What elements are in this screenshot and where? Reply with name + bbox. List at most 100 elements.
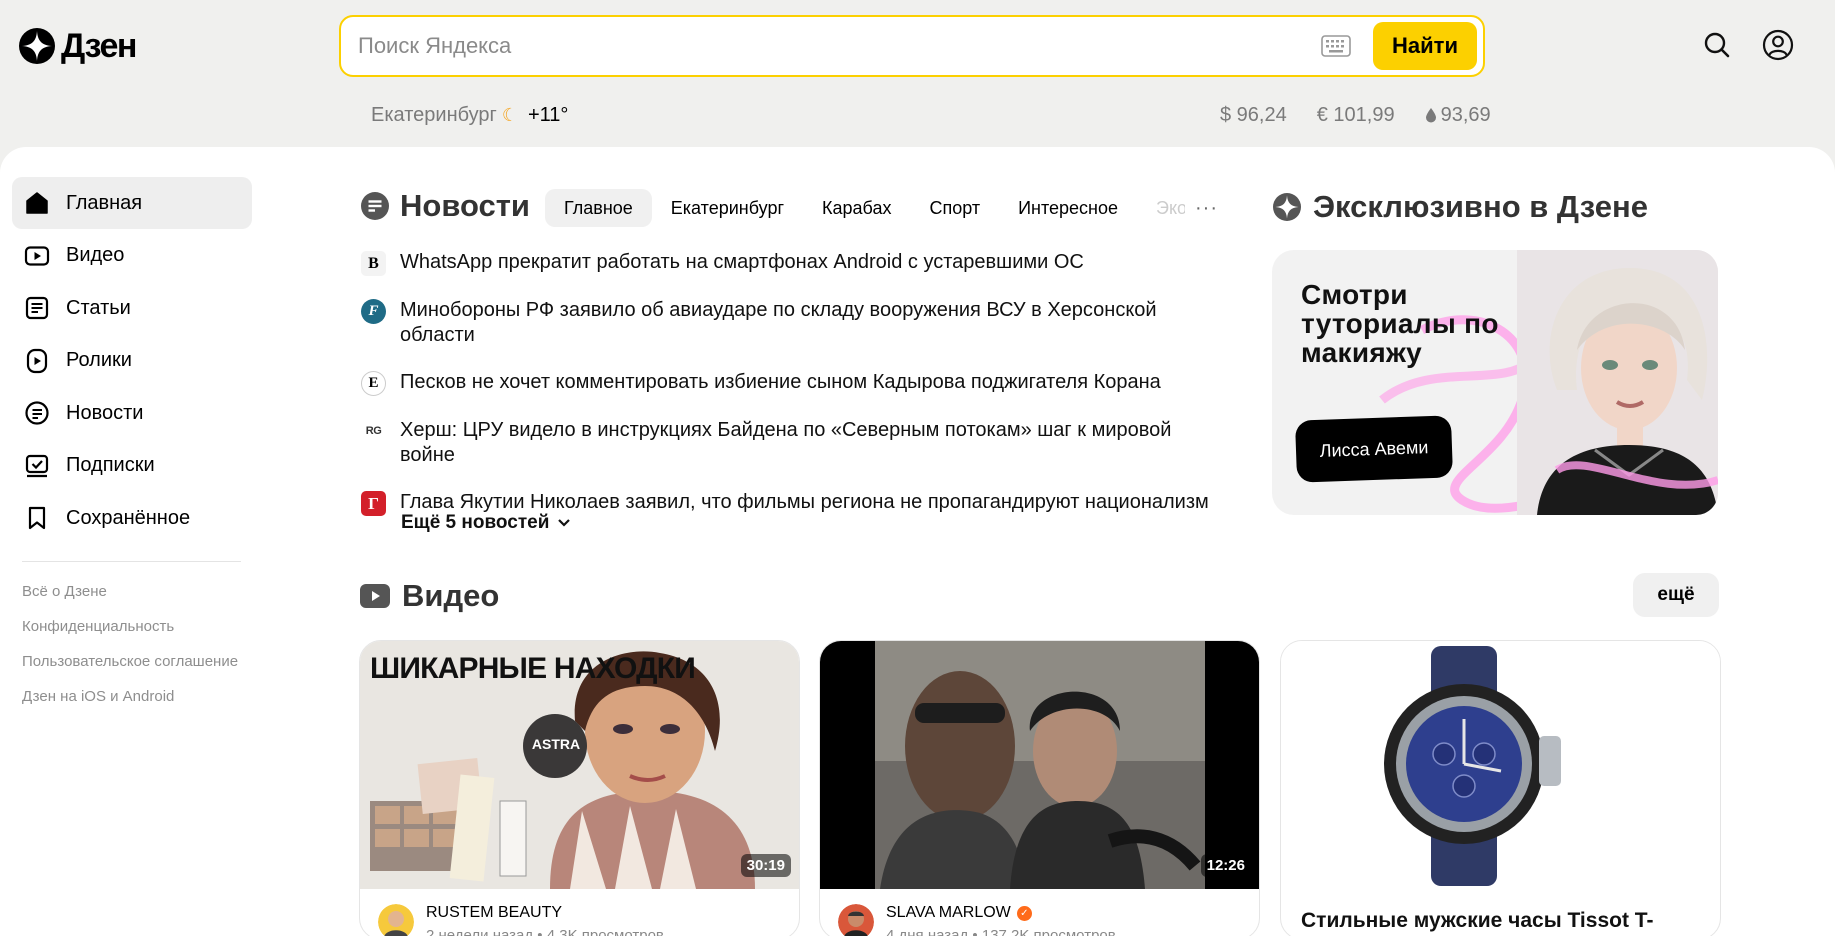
logo-text: Дзен <box>61 27 137 65</box>
exclusive-headline: Смотри туториалы по макияжу <box>1301 279 1499 368</box>
bookmark-icon <box>28 506 46 530</box>
news-header: Новости <box>360 188 530 224</box>
sidebar-item-label: Главная <box>66 191 143 214</box>
search-icon[interactable] <box>1702 30 1732 60</box>
source-vedomosti-icon: B <box>361 251 386 276</box>
search-button[interactable]: Найти <box>1373 22 1477 70</box>
more-news-button[interactable]: Ещё 5 новостей <box>401 512 571 534</box>
astra-badge: ASTRA <box>531 736 581 752</box>
video-more-button[interactable]: ещё <box>1633 573 1719 617</box>
tab-ekaterinburg[interactable]: Екатеринбург <box>652 189 803 227</box>
video-icon <box>360 584 390 608</box>
weather-city: Екатеринбург <box>371 103 497 126</box>
tab-eco[interactable]: Эко <box>1137 189 1185 227</box>
source-rg-icon: RG <box>361 419 386 444</box>
sidebar-item-label: Подписки <box>66 454 155 476</box>
sidebar-item-clips[interactable]: Ролики <box>12 335 252 387</box>
profile-icon[interactable] <box>1762 29 1794 61</box>
home-icon <box>26 192 48 214</box>
sidebar-footer: Всё о Дзене Конфиденциальность Пользоват… <box>22 582 242 722</box>
sidebar-item-news[interactable]: Новости <box>12 387 252 439</box>
news-icon <box>25 401 49 425</box>
dzen-exclusive-icon <box>1273 193 1301 221</box>
footer-link-apps[interactable]: Дзен на iOS и Android <box>22 687 242 706</box>
channel-name: RUSTEM BEAUTY <box>426 904 664 922</box>
sidebar-item-home[interactable]: Главная <box>12 177 252 229</box>
author-button[interactable]: Лисса Авеми <box>1294 415 1454 483</box>
weather-widget[interactable]: Екатеринбург ☾ +11° <box>371 101 568 129</box>
video-duration: 30:19 <box>740 854 791 877</box>
tab-interesting[interactable]: Интересное <box>999 189 1137 227</box>
news-title[interactable]: Новости <box>400 188 530 224</box>
clips-icon <box>26 348 48 373</box>
moon-icon: ☾ <box>501 104 518 125</box>
verified-icon: ✓ <box>1016 905 1032 921</box>
footer-link-privacy[interactable]: Конфиденциальность <box>22 617 242 636</box>
video-stats: 2 недели назад • 4,3K просмотров <box>426 927 664 936</box>
sidebar-item-subscriptions[interactable]: Подписки <box>12 440 252 492</box>
dzen-logo-icon <box>19 28 55 64</box>
video-icon <box>24 245 50 266</box>
news-list: B WhatsApp прекратит работать на смартфо… <box>361 250 1221 538</box>
oil-drop-icon <box>1425 108 1436 123</box>
news-item[interactable]: Е Песков не хочет комментировать избиени… <box>361 370 1221 396</box>
news-headline: Минобороны РФ заявило об авиаударе по ск… <box>400 299 1157 346</box>
source-fnews-icon: F <box>361 299 386 324</box>
chevron-down-icon <box>558 519 571 527</box>
video-card[interactable]: ШИКАРНЫЕ НАХОДКИ ASTRA 30:19 RUSTEM BEAU… <box>359 640 800 936</box>
sidebar-item-label: Видео <box>66 244 125 266</box>
sidebar-item-label: Новости <box>66 401 144 424</box>
video-duration: 12:26 <box>1200 854 1251 877</box>
more-news-label: Ещё 5 новостей <box>401 512 550 533</box>
sidebar-item-label: Статьи <box>66 296 131 319</box>
keyboard-icon[interactable] <box>1321 35 1351 57</box>
more-tabs-icon[interactable]: ··· <box>1185 197 1228 220</box>
dzen-logo[interactable]: Дзен <box>19 27 137 65</box>
channel-name-text: SLAVA MARLOW <box>886 904 1011 921</box>
tab-karabakh[interactable]: Карабах <box>803 189 910 227</box>
tab-main[interactable]: Главное <box>545 189 652 227</box>
source-gazeta-ru-icon: Г <box>361 491 386 516</box>
subscriptions-icon <box>25 454 49 477</box>
news-tabs: Главное Екатеринбург Карабах Спорт Интер… <box>545 189 1245 227</box>
article-title: Стильные мужские часы Tissot T- <box>1301 909 1654 932</box>
oil-rate: 93,69 <box>1440 103 1491 126</box>
channel-name-text: RUSTEM BEAUTY <box>426 904 563 921</box>
sidebar-item-video[interactable]: Видео <box>12 230 252 282</box>
video-card[interactable]: 12:26 SLAVA MARLOW ✓ 4 дня назад • 137,2… <box>819 640 1260 936</box>
avatar <box>838 904 874 936</box>
article-thumbnail <box>1281 641 1720 889</box>
sidebar-item-label: Ролики <box>66 349 132 371</box>
sidebar-item-articles[interactable]: Статьи <box>12 282 252 334</box>
exclusive-card[interactable]: Смотри туториалы по макияжу Лисса Авеми <box>1272 250 1718 515</box>
article-card[interactable]: Стильные мужские часы Tissot T- <box>1280 640 1721 936</box>
article-icon <box>25 296 49 320</box>
footer-link-terms[interactable]: Пользовательское соглашение <box>22 652 242 671</box>
news-item[interactable]: F Минобороны РФ заявило об авиаударе по … <box>361 298 1221 348</box>
footer-link-about[interactable]: Всё о Дзене <box>22 582 242 601</box>
video-meta: SLAVA MARLOW ✓ 4 дня назад • 137,2K прос… <box>838 904 1116 936</box>
video-stats: 4 дня назад • 137,2K просмотров <box>886 927 1116 936</box>
weather-temperature: +11° <box>527 103 569 126</box>
author-photo <box>1517 250 1718 515</box>
video-header: Видео <box>360 578 499 614</box>
exclusive-header: Эксклюзивно в Дзене <box>1273 189 1648 225</box>
rates-widget[interactable]: $ 96,24 € 101,99 93,69 <box>1220 101 1491 129</box>
sidebar-item-saved[interactable]: Сохранённое <box>12 492 252 544</box>
news-item[interactable]: RG Херш: ЦРУ видело в инструкциях Байден… <box>361 418 1221 468</box>
exclusive-title: Эксклюзивно в Дзене <box>1313 189 1648 224</box>
search-input[interactable] <box>341 17 1321 75</box>
news-icon <box>361 192 389 220</box>
news-headline: Песков не хочет комментировать избиение … <box>400 371 1161 393</box>
tab-sport[interactable]: Спорт <box>910 189 999 227</box>
source-gazeta-icon: Е <box>361 371 386 396</box>
usd-rate: $ 96,24 <box>1220 103 1287 126</box>
channel-name: SLAVA MARLOW ✓ <box>886 904 1116 922</box>
news-item[interactable]: B WhatsApp прекратит работать на смартфо… <box>361 250 1221 276</box>
avatar <box>378 904 414 936</box>
video-thumbnail <box>820 641 1259 889</box>
news-headline: Херш: ЦРУ видело в инструкциях Байдена п… <box>400 419 1172 466</box>
video-title[interactable]: Видео <box>402 578 499 614</box>
sidebar-item-label: Сохранённое <box>66 506 191 529</box>
oil-rate-group: 93,69 <box>1425 104 1491 127</box>
